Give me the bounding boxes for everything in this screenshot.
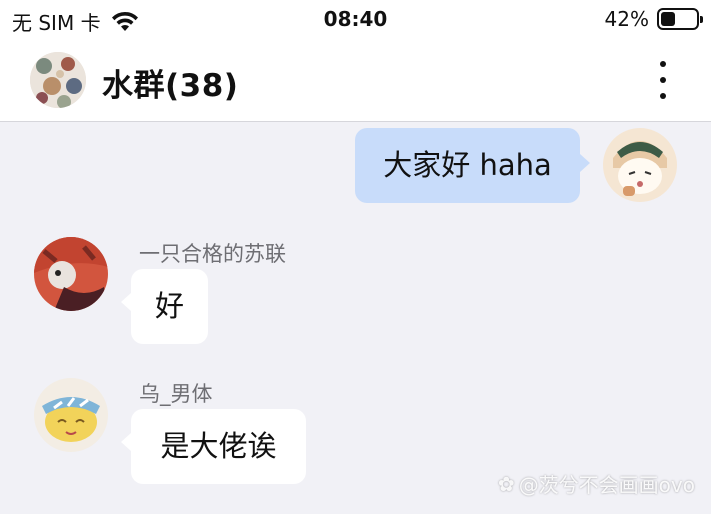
sender-avatar[interactable] [34,237,108,311]
sender-name: 一只合格的苏联 [139,242,286,266]
sender-avatar-image [34,237,108,311]
watermark-text: @茨兮不会画画ovo [518,473,695,497]
message-bubble-outgoing[interactable]: 大家好 haha [355,128,590,203]
battery-percent: 42% [604,7,649,31]
battery-icon [657,8,703,30]
chat-header: 水群(38) [0,40,711,122]
sender-avatar[interactable] [34,378,108,452]
group-avatar-image [30,52,86,108]
paw-icon: ✿ [497,471,515,496]
battery-level [661,12,676,26]
message-text: 好 [154,289,184,323]
message-text: 是大佬诶 [160,429,277,463]
message-bubble-incoming[interactable]: 是大佬诶 [121,409,306,484]
message-text: 大家好 haha [383,148,552,182]
chat-title: 水群(38) [102,68,239,104]
more-vertical-icon[interactable] [651,58,675,102]
watermark: ✿ @茨兮不会画画ovo [498,469,695,498]
message-bubble-incoming[interactable]: 好 [121,269,208,344]
sender-avatar-image [34,378,108,452]
status-bar: 无 SIM 卡 08:40 42% [0,0,711,40]
my-avatar-image [603,128,677,202]
group-avatar[interactable] [30,52,86,108]
my-avatar[interactable] [603,128,677,202]
sender-name: 乌_男体 [139,382,213,406]
status-right: 42% [604,7,703,31]
